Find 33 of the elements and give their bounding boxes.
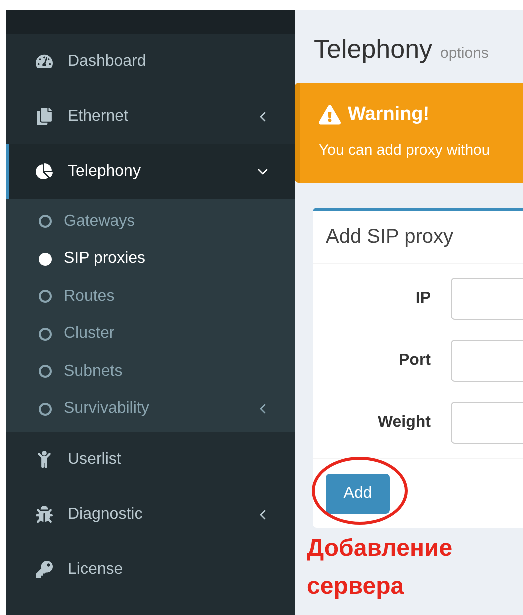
submenu-item[interactable]: Cluster	[6, 316, 295, 353]
submenu-item[interactable]: Subnets	[6, 353, 295, 390]
page-title: Telephony	[314, 33, 433, 66]
input-field[interactable]	[451, 340, 523, 382]
bug-icon	[36, 506, 53, 523]
sidebar-item[interactable]: License	[6, 542, 295, 597]
annotation-text: сервера	[307, 572, 406, 602]
sidebar-item[interactable]: Ethernet	[6, 89, 295, 144]
copy-icon	[36, 108, 53, 125]
add-button[interactable]: Add	[326, 474, 390, 514]
card-title: Add SIP proxy	[326, 225, 454, 250]
submenu-item[interactable]: Gateways	[6, 203, 295, 240]
warning-title: Warning!	[348, 103, 430, 127]
field-label: Port	[398, 351, 432, 371]
annotation-text: Добавление	[307, 534, 454, 564]
warning-text: You can add proxy withou	[319, 140, 492, 160]
person-icon	[36, 451, 53, 468]
sidebar-item[interactable]: Userlist	[6, 432, 295, 487]
input-field[interactable]	[451, 402, 523, 444]
submenu-item[interactable]: SIP proxies	[6, 240, 295, 278]
sidebar-item[interactable]: Telephony	[6, 144, 295, 199]
field-label: Weight	[376, 413, 432, 433]
submenu-item[interactable]: Survivability	[6, 390, 295, 428]
warning-icon	[319, 105, 341, 126]
key-icon	[36, 561, 53, 578]
page-subtitle: options	[440, 44, 489, 64]
sidebar-item[interactable]: Diagnostic	[6, 487, 295, 542]
field-label: IP	[414, 289, 432, 309]
sidebar-item[interactable]: Dashboard	[6, 34, 295, 89]
pie-chart-icon	[36, 163, 53, 180]
input-field[interactable]	[451, 278, 523, 320]
submenu-item[interactable]: Routes	[6, 278, 295, 316]
dashboard-icon	[36, 53, 53, 70]
